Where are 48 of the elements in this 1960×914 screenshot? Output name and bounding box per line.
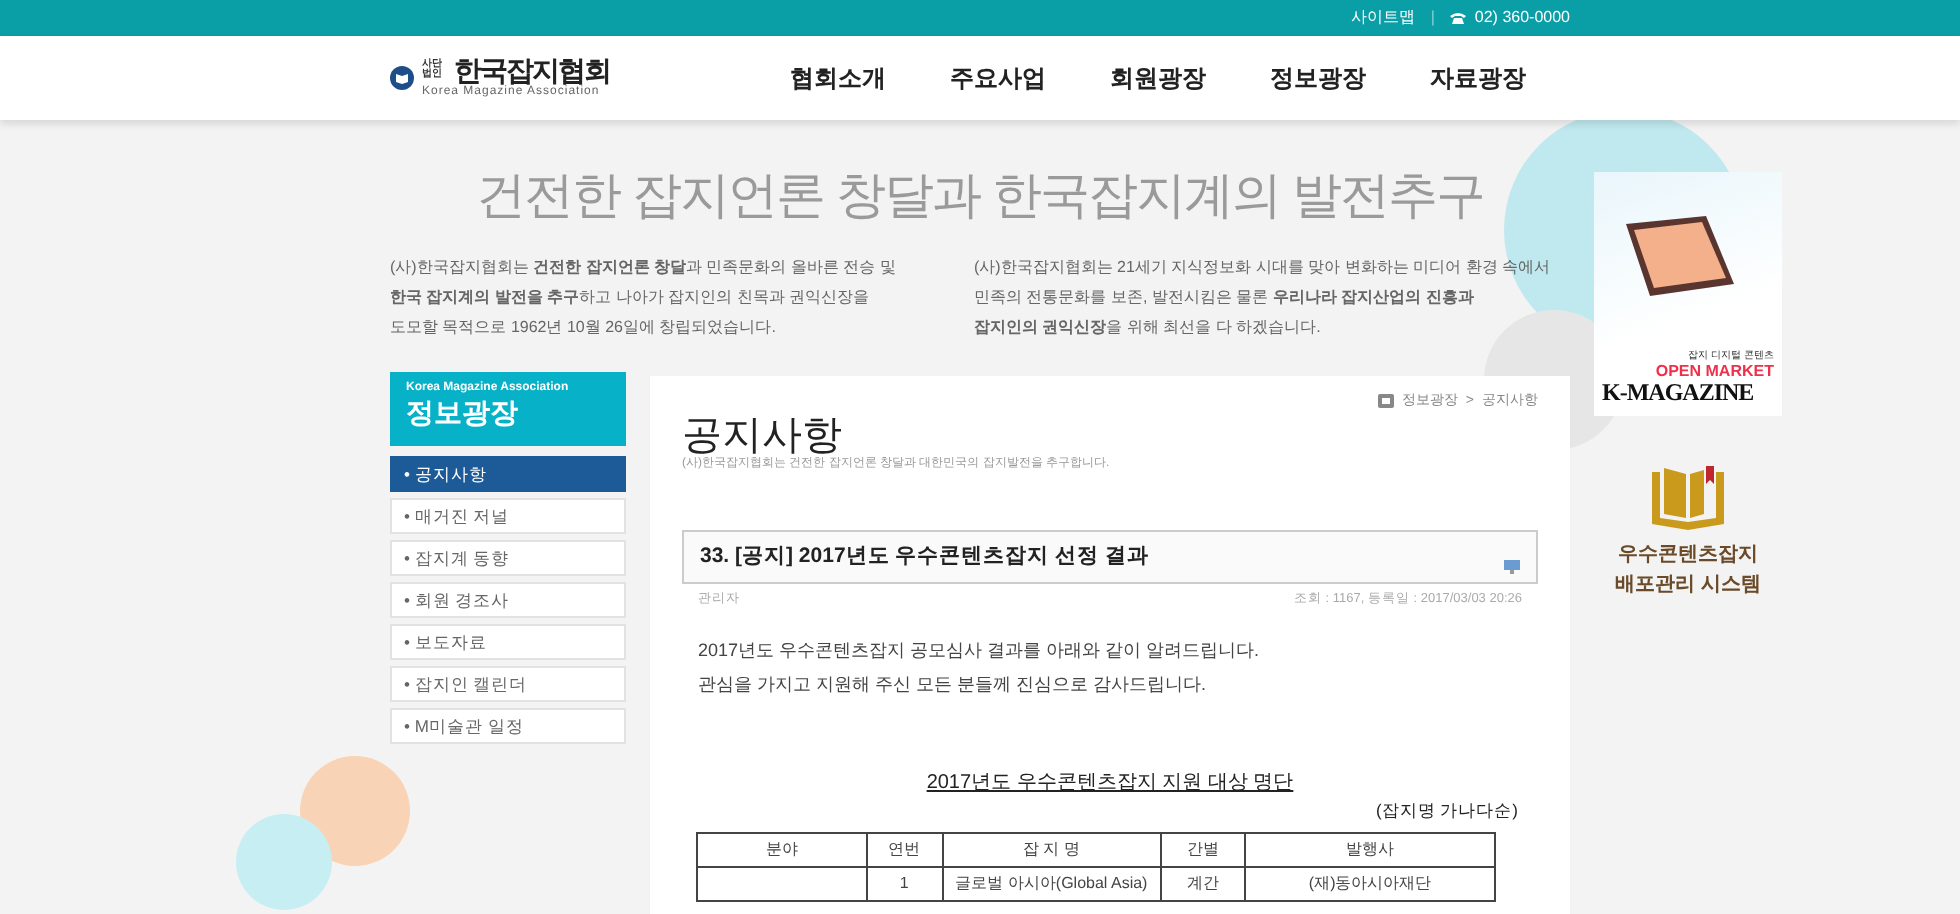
nav-link[interactable]: 협회소개 (790, 60, 886, 96)
sidebar-item[interactable]: • M미술관 일정 (390, 707, 626, 743)
system-link[interactable]: 우수콘텐츠잡지 배포관리 시스템 (1615, 539, 1761, 599)
logo-icon (390, 66, 414, 90)
logo-title: 한국잡지협회 (454, 55, 610, 83)
column-header: 발행사 (1245, 832, 1495, 866)
table-note: (잡지명 가나다순) (1373, 797, 1520, 823)
sidebar-item[interactable]: • 잡지계 동향 (390, 539, 626, 575)
sidebar-item[interactable]: • 공지사항 (390, 455, 626, 491)
nav-link[interactable]: 주요사업 (950, 60, 1046, 96)
home-icon (1377, 394, 1394, 409)
intro-text: 한국 잡지계의 발전을 추구하고 나아가 잡지인의 친목과 권익신장을 (390, 285, 870, 309)
phone-number: 02) 360-0000 (1474, 6, 1570, 30)
monitor-icon (1504, 560, 1520, 574)
sidebar-title: 정보광장 (406, 397, 520, 428)
body-text: 관심을 가지고 지원해 주신 모든 분들께 진심으로 감사드립니다. (698, 671, 1209, 698)
table-cell: 1 (866, 866, 943, 900)
banner-headline: OPEN MARKET (1653, 364, 1774, 381)
separator: | (1430, 6, 1435, 30)
intro-text: 민족의 전통문화를 보존, 발전시킴은 물론 우리나라 잡지산업의 진흥과 (974, 285, 1474, 309)
intro-text: 잡지인의 권익신장을 위해 최선을 다 하겠습니다. (974, 315, 1321, 339)
banner-brand: K-MAGAZINE (1602, 380, 1756, 407)
table-cell: (재)동아시아재단 (1245, 866, 1495, 900)
intro-text: (사)한국잡지협회는 21세기 지식정보화 시대를 맞아 변화하는 미디어 환경 속에서 (974, 255, 1551, 280)
sidebar-item[interactable]: • 매거진 저널 (390, 497, 626, 533)
book-icon (1648, 463, 1728, 531)
table-cell: 글로벌 아시아(Global Asia) (942, 866, 1161, 900)
column-header: 분야 (697, 832, 867, 866)
nav-link[interactable]: 회원광장 (1110, 60, 1206, 96)
sitemap-link[interactable]: 사이트맵 (1350, 6, 1415, 30)
page-title: 공지사항 (682, 416, 842, 456)
phone-icon (1450, 12, 1467, 24)
intro-text: (사)한국잡지협회는 건전한 잡지언론 창달과 민족문화의 올바른 전승 및 (390, 255, 896, 280)
nav-link[interactable]: 자료광장 (1430, 60, 1526, 96)
sidebar-item[interactable]: • 보도자료 (390, 623, 626, 659)
sidebar-item[interactable]: • 잡지인 캘린더 (390, 665, 626, 701)
column-header: 간별 (1160, 832, 1246, 866)
column-header: 잡 지 명 (942, 832, 1161, 866)
tagline: 건전한 잡지언론 창달과 한국잡지계의 발전추구 (474, 166, 1486, 228)
post-title: 33. [공지] 2017년도 우수콘텐츠잡지 선정 결과 (700, 541, 1150, 572)
background-circle (236, 814, 332, 910)
nav-link[interactable]: 정보광장 (1270, 60, 1366, 96)
body-text: 2017년도 우수콘텐츠잡지 공모심사 결과를 아래와 같이 알려드립니다. (698, 637, 1262, 664)
intro-text: 도모할 목적으로 1962년 10월 26일에 창립되었습니다. (390, 315, 776, 339)
column-header: 연번 (866, 832, 943, 866)
table-cell: 계간 (1160, 866, 1246, 900)
sidebar-item[interactable]: • 회원 경조사 (390, 581, 626, 617)
table-title: 2017년도 우수콘텐츠잡지 지원 대상 명단 (924, 769, 1296, 798)
